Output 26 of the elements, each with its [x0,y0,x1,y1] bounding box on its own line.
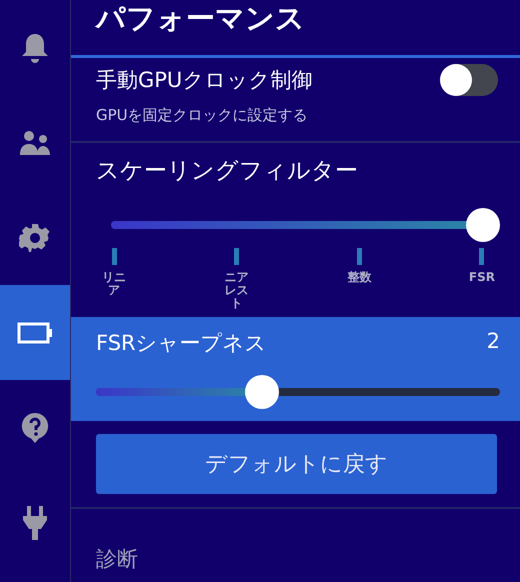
setting-value: 2 [486,329,500,355]
page-title: パフォーマンス [94,0,306,37]
slider-thumb[interactable] [244,375,279,409]
reset-button[interactable]: デフォルトに戻す [96,434,497,494]
sidebar-tab[interactable] [0,285,70,380]
setting-label: FSRシャープネス [96,330,267,357]
tick-mark [356,248,362,265]
tick-label: ニアレスト [224,271,250,311]
tick-mark [234,248,240,265]
tick-label: リニア [100,271,127,298]
tick-mark [112,248,116,265]
toggle-switch[interactable] [440,64,498,96]
setting-label: スケーリングフィルター [96,157,359,186]
section-heading: 診断 [95,546,139,573]
tick-mark [479,248,484,265]
slider-thumb[interactable] [466,208,500,242]
tick-label: 整数 [346,271,372,284]
setting-description: GPUを固定クロックに設定する [96,106,309,125]
settings-icon [19,222,51,254]
people-icon [19,130,51,156]
plug-icon [21,504,49,540]
battery-icon [17,322,53,344]
help-icon [21,412,49,444]
bell-icon [20,32,50,64]
setting-label: 手動GPUクロック制御 [96,67,312,94]
tick-label: FSR [468,271,496,284]
